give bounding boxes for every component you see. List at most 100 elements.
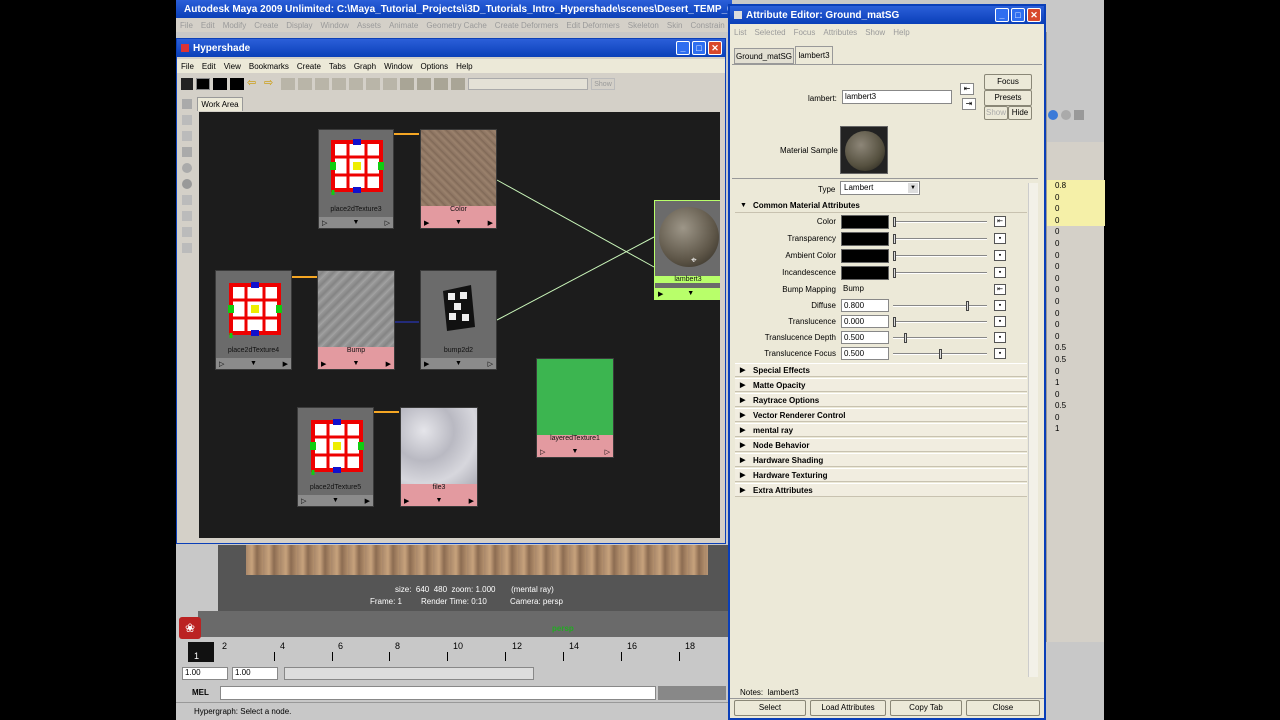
hs-menu-graph[interactable]: Graph	[354, 62, 376, 71]
translucence-slider[interactable]	[893, 317, 987, 327]
translucence-focus-field[interactable]: 0.500	[841, 347, 889, 360]
section-common-material-attributes[interactable]: ▼ Common Material Attributes	[735, 199, 1027, 213]
hs-tool-icon[interactable]	[230, 78, 244, 90]
maya-menu-constrain[interactable]: Constrain	[690, 21, 724, 30]
close-icon[interactable]: ✕	[1027, 8, 1041, 22]
attr-scrollbar[interactable]	[1028, 183, 1038, 677]
hs-side-icon[interactable]	[182, 99, 192, 109]
slider-knob[interactable]	[939, 349, 942, 359]
channel-value[interactable]: 0	[1047, 412, 1105, 424]
hs-tool-icon[interactable]	[196, 78, 210, 90]
attr-type-dropdown[interactable]: Lambert ▼	[840, 181, 920, 195]
current-frame-marker[interactable]: 1	[188, 642, 214, 662]
shelf-icon[interactable]	[1074, 110, 1084, 120]
hs-tool-icon[interactable]	[383, 78, 397, 90]
hs-side-icon[interactable]	[182, 195, 192, 205]
hs-tool-icon[interactable]	[213, 78, 227, 90]
node-port-bar[interactable]: ▶ ▼ ▶	[318, 358, 394, 369]
minimize-icon[interactable]: _	[995, 8, 1009, 22]
hs-tab-work-area[interactable]: Work Area	[197, 97, 243, 111]
channel-value[interactable]: 0	[1047, 284, 1105, 296]
node-bump2d2[interactable]: bump2d2 ▶ ▼ ▷	[420, 270, 497, 370]
hs-side-icon[interactable]	[182, 131, 192, 141]
node-bump-texture[interactable]: Bump ▶ ▼ ▶	[317, 270, 395, 370]
maximize-icon[interactable]: □	[692, 41, 706, 55]
arrow-right-icon[interactable]: ⇨	[264, 78, 278, 90]
minimize-icon[interactable]: _	[676, 41, 690, 55]
slider-knob[interactable]	[893, 317, 896, 327]
maya-menu-assets[interactable]: Assets	[357, 21, 381, 30]
arrow-left-icon[interactable]: ⇦	[247, 78, 261, 90]
hs-side-icon[interactable]	[182, 163, 192, 173]
attr-focus-button[interactable]: Focus	[984, 74, 1032, 90]
shelf-icon[interactable]	[1061, 110, 1071, 120]
node-port-bar[interactable]: ▷ ▼ ▶	[216, 358, 291, 369]
hs-menu-bookmarks[interactable]: Bookmarks	[249, 62, 289, 71]
node-file3[interactable]: file3 ▶ ▼ ▶	[400, 407, 478, 507]
section-hardware-texturing[interactable]: ▶ Hardware Texturing	[735, 468, 1027, 482]
hs-menu-file[interactable]: File	[181, 62, 194, 71]
channel-value[interactable]: 0.8	[1047, 180, 1105, 192]
hs-menu-options[interactable]: Options	[421, 62, 449, 71]
hs-side-icon[interactable]	[182, 179, 192, 189]
hs-graph-canvas[interactable]: place2dTexture3 ▷ ▼ ▷ Color ▶ ▼ ▶ ⌖ lambert3…	[199, 112, 720, 538]
slider-knob[interactable]	[893, 268, 896, 278]
channel-value[interactable]: 0	[1047, 238, 1105, 250]
maya-menu-display[interactable]: Display	[286, 21, 312, 30]
channel-value[interactable]: 0	[1047, 214, 1105, 227]
hs-tool-icon[interactable]	[400, 78, 414, 90]
slider-knob[interactable]	[966, 301, 969, 311]
attr-show-button[interactable]: Show	[984, 106, 1008, 120]
channel-value[interactable]: 0	[1047, 226, 1105, 238]
maya-menu-edit-deformers[interactable]: Edit Deformers	[566, 21, 619, 30]
hs-menu-edit[interactable]: Edit	[202, 62, 216, 71]
transparency-slider[interactable]	[893, 234, 987, 244]
attr-menu-selected[interactable]: Selected	[754, 28, 785, 37]
section-matte-opacity[interactable]: ▶ Matte Opacity	[735, 378, 1027, 392]
attr-goto-output-icon[interactable]: ⇥	[962, 98, 976, 110]
close-button[interactable]: Close	[966, 700, 1040, 716]
attr-menu-help[interactable]: Help	[893, 28, 909, 37]
maya-menu-geometry-cache[interactable]: Geometry Cache	[426, 21, 486, 30]
node-place2dtexture5[interactable]: place2dTexture5 ▷ ▼ ▶	[297, 407, 374, 507]
channel-value[interactable]: 0	[1047, 250, 1105, 262]
hs-menu-window[interactable]: Window	[384, 62, 412, 71]
color-slider[interactable]	[893, 217, 987, 227]
node-port-bar[interactable]: ▷ ▼ ▷	[319, 217, 393, 228]
map-button-icon[interactable]: ▪	[994, 233, 1006, 244]
channel-value[interactable]: 0	[1047, 273, 1105, 285]
ambient-color-swatch[interactable]	[841, 249, 889, 263]
slider-knob[interactable]	[904, 333, 907, 343]
incandescence-swatch[interactable]	[841, 266, 889, 280]
channel-value[interactable]: 0	[1047, 261, 1105, 273]
channel-value[interactable]: 0	[1047, 191, 1105, 204]
attr-presets-button[interactable]: Presets	[984, 90, 1032, 106]
maya-menu-animate[interactable]: Animate	[389, 21, 418, 30]
hs-tool-icon[interactable]	[332, 78, 346, 90]
maximize-icon[interactable]: □	[1011, 8, 1025, 22]
map-button-icon[interactable]: ▪	[994, 316, 1006, 327]
hs-tool-icon[interactable]	[298, 78, 312, 90]
channel-value[interactable]: 0	[1047, 331, 1105, 343]
hs-menu-view[interactable]: View	[224, 62, 241, 71]
translucence-depth-field[interactable]: 0.500	[841, 331, 889, 344]
section-extra-attributes[interactable]: ▶ Extra Attributes	[735, 483, 1027, 497]
node-port-bar[interactable]: ▶ ▼ ▷	[421, 358, 496, 369]
node-color-texture[interactable]: Color ▶ ▼ ▶	[420, 129, 497, 229]
mel-input[interactable]	[220, 686, 656, 700]
maya-menu-create-deformers[interactable]: Create Deformers	[495, 21, 559, 30]
node-port-bar[interactable]: ▶ ▼	[655, 288, 720, 299]
section-raytrace-options[interactable]: ▶ Raytrace Options	[735, 393, 1027, 407]
map-button-icon[interactable]: ▪	[994, 332, 1006, 343]
maya-menu-edit[interactable]: Edit	[201, 21, 215, 30]
section-node-behavior[interactable]: ▶ Node Behavior	[735, 438, 1027, 452]
section-vector-renderer-control[interactable]: ▶ Vector Renderer Control	[735, 408, 1027, 422]
channel-value[interactable]: 1	[1047, 377, 1105, 389]
slider-knob[interactable]	[893, 251, 896, 261]
hs-side-icon[interactable]	[182, 115, 192, 125]
attr-hide-button[interactable]: Hide	[1008, 106, 1032, 120]
hs-tool-icon[interactable]	[281, 78, 295, 90]
shelf-icon[interactable]	[1048, 110, 1058, 120]
maya-menu-create[interactable]: Create	[254, 21, 278, 30]
hs-tool-icon[interactable]	[434, 78, 448, 90]
